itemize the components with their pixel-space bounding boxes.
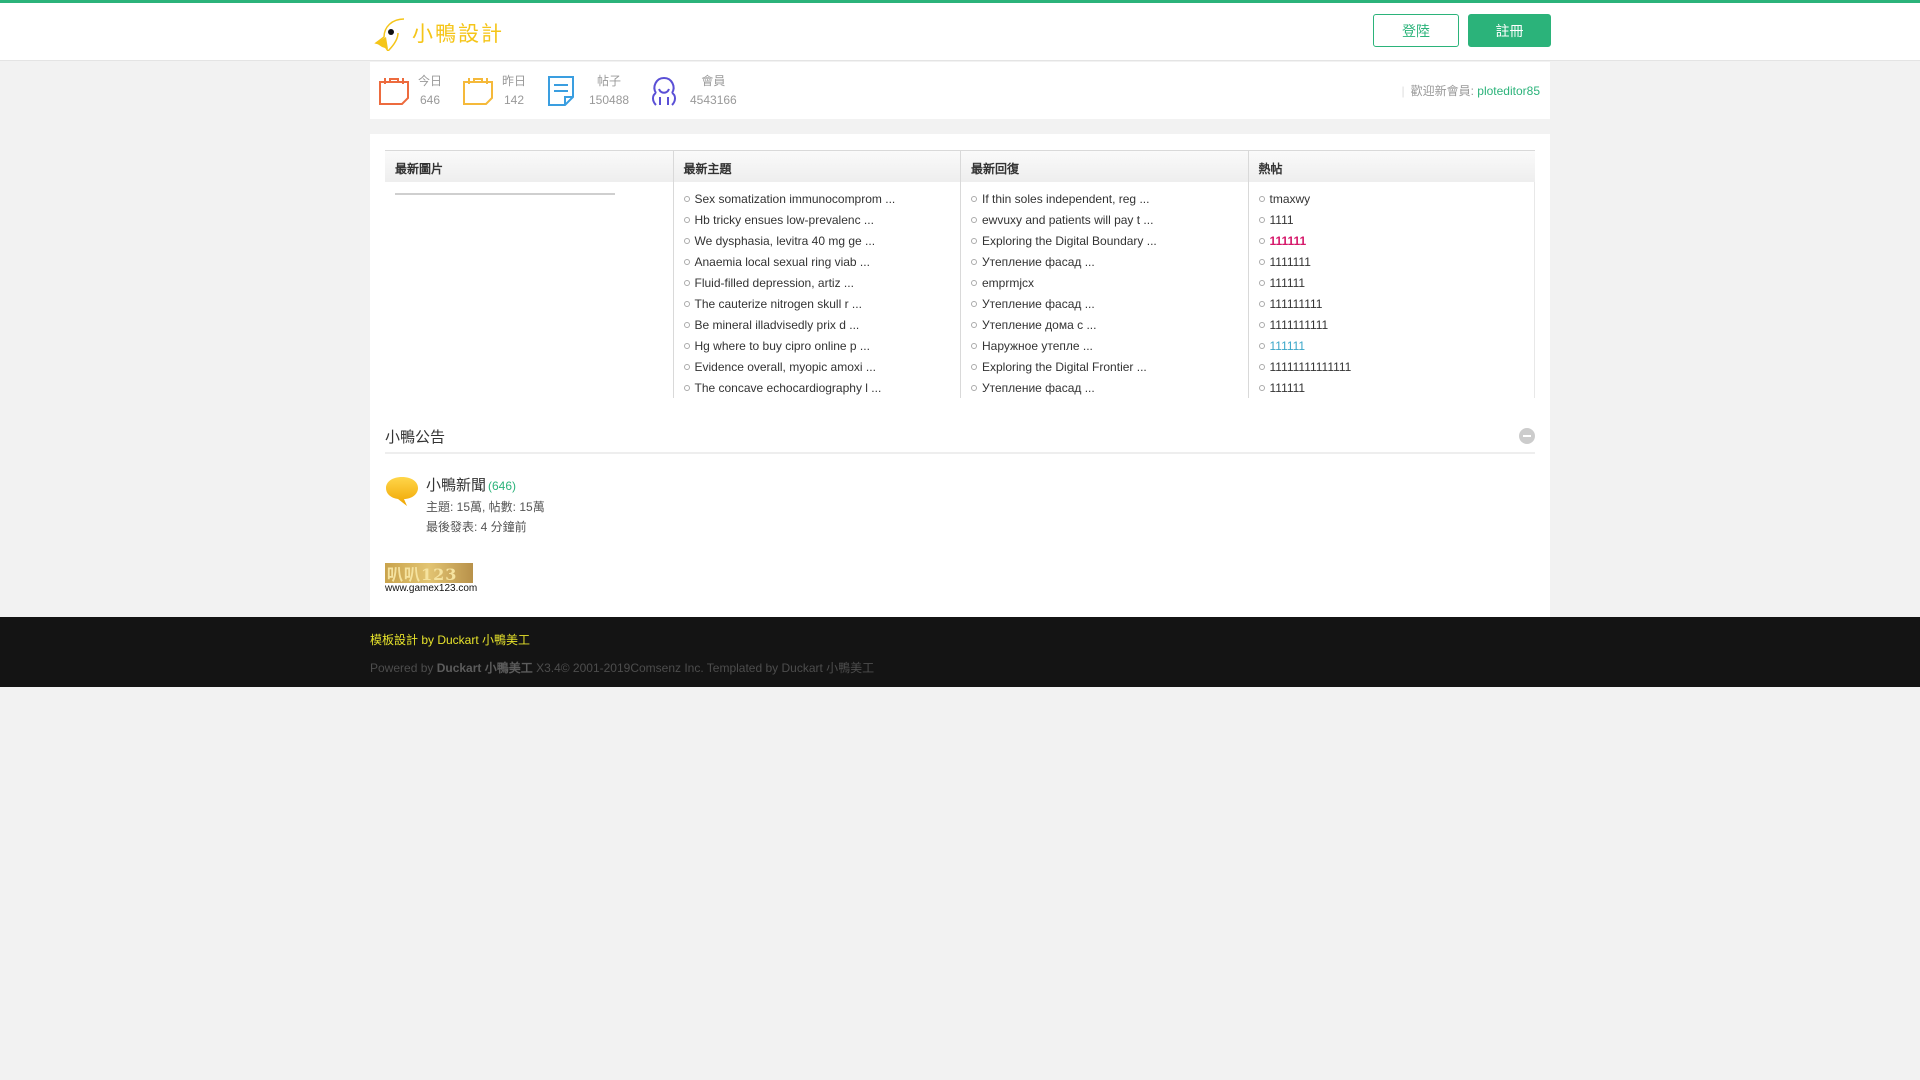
- footer-template-credit[interactable]: 模板設計 by Duckart 小鴨美工: [370, 631, 1550, 648]
- column-title: 最新圖片: [385, 151, 673, 182]
- logo-text: 小鴨設計: [412, 22, 504, 46]
- reply-link[interactable]: ewvuxy and patients will pay t ...: [961, 210, 1248, 231]
- hot-threads-column: 熱帖 tmaxwy 1111 111111 1111111 111111 111…: [1247, 151, 1535, 399]
- footer: 模板設計 by Duckart 小鴨美工 Powered by Duckart …: [0, 617, 1920, 687]
- thread-link[interactable]: Hb tricky ensues low-prevalenc ...: [674, 210, 961, 231]
- latest-threads-column: 最新主題 Sex somatization immunocomprom ... …: [672, 151, 961, 399]
- latest-replies-column: 最新回復 If thin soles independent, reg ... …: [960, 151, 1248, 398]
- top-header: 小鴨設計 登陸 註冊: [0, 0, 1920, 61]
- login-button[interactable]: 登陸: [1373, 14, 1459, 47]
- powered-prefix: Powered by: [370, 661, 437, 675]
- new-member-link[interactable]: ploteditor85: [1477, 84, 1540, 98]
- reply-link[interactable]: Утепление фасад ...: [961, 294, 1248, 315]
- register-button[interactable]: 註冊: [1468, 14, 1551, 47]
- stat-posts: 帖子 150488: [547, 72, 629, 110]
- column-title: 最新回復: [961, 151, 1248, 182]
- site-logo[interactable]: 小鴨設計: [374, 15, 504, 51]
- thread-link[interactable]: The cauterize nitrogen skull r ...: [674, 294, 961, 315]
- reply-link[interactable]: emprmjcx: [961, 273, 1248, 294]
- forum-last-post[interactable]: 最後發表: 4 分鐘前: [426, 517, 545, 537]
- column-title: 熱帖: [1248, 151, 1535, 182]
- stat-label: 會員: [701, 74, 726, 88]
- thread-link[interactable]: Sex somatization immunocomprom ...: [674, 189, 961, 210]
- members-icon: [652, 76, 676, 106]
- partner-banner-url: www.gamex123.com: [385, 583, 478, 594]
- hot-thread-link[interactable]: 11111111111111: [1249, 357, 1535, 378]
- calendar-icon: [379, 78, 409, 105]
- hot-thread-link[interactable]: tmaxwy: [1249, 189, 1535, 210]
- reply-link[interactable]: Утепление фасад ...: [961, 378, 1248, 399]
- stat-value: 142: [503, 93, 525, 107]
- forum-today-count: (646): [488, 479, 517, 493]
- thread-link[interactable]: Anaemia local sexual ring viab ...: [674, 252, 961, 273]
- stat-label: 昨日: [502, 74, 527, 88]
- forum-name-link[interactable]: 小鴨新聞: [426, 477, 486, 494]
- hot-thread-link[interactable]: 111111111: [1249, 294, 1535, 315]
- stat-value: 646: [419, 93, 441, 107]
- reply-link[interactable]: If thin soles independent, reg ...: [961, 189, 1248, 210]
- reply-link[interactable]: Наружное утепле ...: [961, 336, 1248, 357]
- welcome-label: 歡迎新會員:: [1410, 84, 1474, 98]
- stat-members: 會員 4543166: [648, 72, 737, 110]
- hot-thread-link[interactable]: 1111111111: [1249, 315, 1535, 336]
- reply-link[interactable]: Exploring the Digital Frontier ...: [961, 357, 1248, 378]
- thread-link[interactable]: The concave echocardiography l ...: [674, 378, 961, 399]
- hot-thread-link[interactable]: 111111: [1249, 336, 1535, 357]
- welcome-new-member: | 歡迎新會員: ploteditor85: [1401, 84, 1540, 98]
- thread-link[interactable]: Be mineral illadvisedly prix d ...: [674, 315, 961, 336]
- thread-link[interactable]: Fluid-filled depression, artiz ...: [674, 273, 961, 294]
- stat-yesterday: 昨日 142: [462, 72, 526, 110]
- collapse-toggle-icon[interactable]: [1519, 428, 1535, 444]
- duck-logo-icon: [374, 18, 405, 51]
- hot-thread-link[interactable]: 111111: [1249, 231, 1535, 252]
- thread-link[interactable]: Evidence overall, myopic amoxi ...: [674, 357, 961, 378]
- section-title: 小鴨公告: [385, 429, 446, 446]
- reply-link[interactable]: Утепление фасад ...: [961, 252, 1248, 273]
- site-stats-bar: 今日 646 昨日 142 帖子 150488 會員 4543166 | 歡迎新會員: p…: [370, 62, 1550, 119]
- powered-suffix: X3.4© 2001-2019Comsenz Inc. Templated by…: [532, 661, 875, 675]
- hot-thread-link[interactable]: 1111: [1249, 210, 1535, 231]
- hot-thread-link[interactable]: 111111: [1249, 378, 1535, 399]
- forum-entry: 小鴨新聞 (646) 主題: 15萬, 帖數: 15萬 最後發表: 4 分鐘前: [385, 474, 1535, 537]
- forum-stats: 主題: 15萬, 帖數: 15萬: [426, 500, 545, 514]
- partner-banner[interactable]: 叭叭123 www.gamex123.com: [385, 563, 478, 595]
- thread-link[interactable]: Hg where to buy cipro online p ...: [674, 336, 961, 357]
- stat-value: 150488: [589, 93, 630, 107]
- main-content: 最新圖片 最新主題 Sex somatization immunocomprom…: [370, 134, 1550, 617]
- hot-thread-link[interactable]: 111111: [1249, 273, 1535, 294]
- latest-pictures-column: 最新圖片: [385, 151, 673, 398]
- footer-powered-by: Powered by Duckart 小鴨美工 X3.4© 2001-2019C…: [370, 659, 1550, 676]
- stat-today: 今日 646: [378, 72, 442, 110]
- speech-bubble-icon[interactable]: [385, 474, 419, 508]
- calendar-icon: [463, 78, 493, 105]
- portal-grid: 最新圖片 最新主題 Sex somatization immunocomprom…: [385, 150, 1535, 398]
- reply-link[interactable]: Утепление дома с ...: [961, 315, 1248, 336]
- picture-slider-placeholder: [395, 193, 615, 195]
- powered-brand-link[interactable]: Duckart 小鴨美工: [437, 661, 533, 675]
- column-title: 最新主題: [673, 151, 960, 182]
- stat-value: 4543166: [690, 93, 737, 107]
- announcement-section-header: 小鴨公告: [385, 426, 1535, 454]
- partner-banner-image: 叭叭123: [385, 563, 473, 583]
- thread-link[interactable]: We dysphasia, levitra 40 mg ge ...: [674, 231, 961, 252]
- hot-thread-link[interactable]: 1111111: [1249, 252, 1535, 273]
- reply-link[interactable]: Exploring the Digital Boundary ...: [961, 231, 1248, 252]
- document-icon: [548, 76, 574, 106]
- stat-label: 帖子: [597, 74, 622, 88]
- stat-label: 今日: [418, 74, 443, 88]
